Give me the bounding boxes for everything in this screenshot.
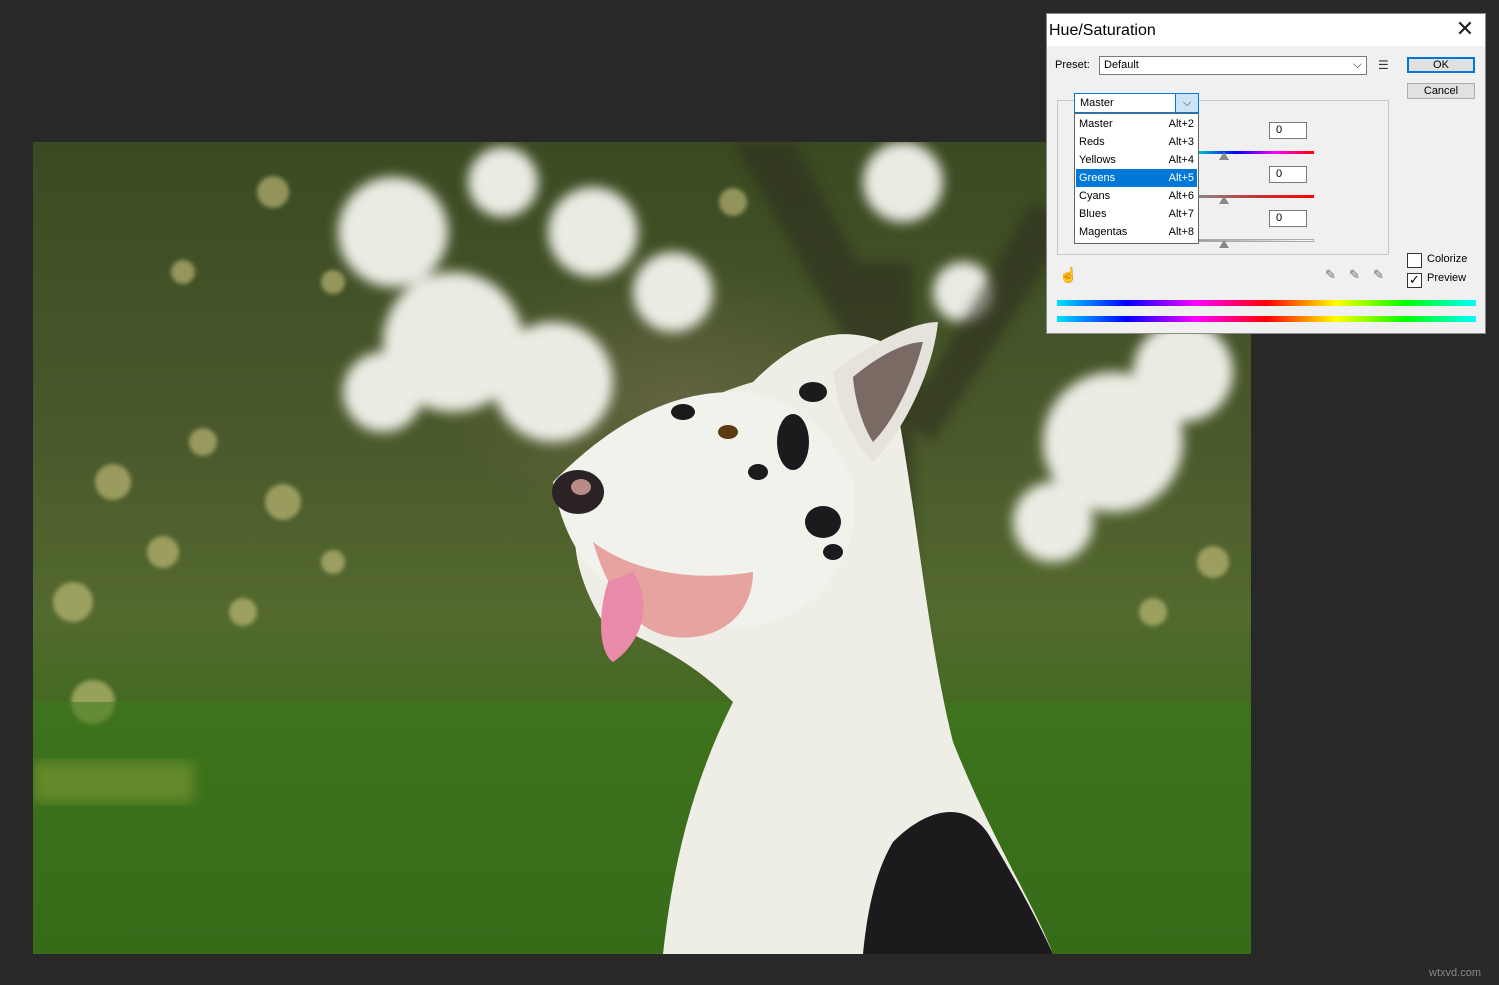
input-color-spectrum bbox=[1057, 300, 1476, 306]
option-label: Magentas bbox=[1079, 223, 1127, 241]
channel-dropdown-list: Master Alt+2 Reds Alt+3 Yellows Alt+4 Gr… bbox=[1074, 113, 1199, 244]
saturation-slider-thumb[interactable] bbox=[1219, 196, 1229, 204]
channel-option-reds[interactable]: Reds Alt+3 bbox=[1076, 133, 1197, 151]
hue-slider[interactable] bbox=[1197, 151, 1314, 154]
option-label: Greens bbox=[1079, 169, 1115, 187]
ok-button[interactable]: OK bbox=[1407, 57, 1475, 73]
preview-label: Preview bbox=[1427, 272, 1466, 284]
channel-option-greens[interactable]: Greens Alt+5 bbox=[1076, 169, 1197, 187]
preset-label: Preset: bbox=[1055, 59, 1090, 71]
chevron-down-icon[interactable]: ⌵ bbox=[1175, 94, 1198, 112]
option-shortcut: Alt+3 bbox=[1169, 133, 1194, 151]
lightness-slider[interactable] bbox=[1197, 239, 1314, 242]
channel-option-cyans[interactable]: Cyans Alt+6 bbox=[1076, 187, 1197, 205]
hue-input[interactable]: 0 bbox=[1269, 122, 1307, 139]
list-options-icon[interactable]: ☰ bbox=[1378, 58, 1389, 72]
dialog-titlebar[interactable]: Hue/Saturation ✕ bbox=[1047, 14, 1485, 46]
option-label: Cyans bbox=[1079, 187, 1110, 205]
option-shortcut: Alt+8 bbox=[1169, 223, 1194, 241]
colorize-label: Colorize bbox=[1427, 253, 1467, 265]
chevron-down-icon: ⌵ bbox=[1353, 57, 1362, 72]
option-shortcut: Alt+6 bbox=[1169, 187, 1194, 205]
preview-checkbox[interactable]: ✓ bbox=[1407, 273, 1422, 288]
hue-saturation-dialog: Hue/Saturation ✕ Preset: Default ⌵ ☰ OK … bbox=[1046, 13, 1486, 334]
channel-select[interactable]: Master ⌵ bbox=[1074, 93, 1199, 113]
lightness-slider-thumb[interactable] bbox=[1219, 240, 1229, 248]
saturation-slider[interactable] bbox=[1197, 195, 1314, 198]
option-label: Reds bbox=[1079, 133, 1105, 151]
saturation-input[interactable]: 0 bbox=[1269, 166, 1307, 183]
eyedropper-plus-icon[interactable]: ✎ bbox=[1349, 267, 1360, 283]
hue-slider-thumb[interactable] bbox=[1219, 152, 1229, 160]
option-shortcut: Alt+5 bbox=[1169, 169, 1194, 187]
dialog-title: Hue/Saturation bbox=[1049, 22, 1156, 40]
colorize-checkbox[interactable] bbox=[1407, 253, 1422, 268]
eyedropper-minus-icon[interactable]: ✎ bbox=[1373, 267, 1384, 283]
option-shortcut: Alt+7 bbox=[1169, 205, 1194, 223]
channel-option-blues[interactable]: Blues Alt+7 bbox=[1076, 205, 1197, 223]
channel-value: Master bbox=[1080, 97, 1114, 109]
option-shortcut: Alt+2 bbox=[1169, 115, 1194, 133]
channel-option-yellows[interactable]: Yellows Alt+4 bbox=[1076, 151, 1197, 169]
option-shortcut: Alt+4 bbox=[1169, 151, 1194, 169]
option-label: Blues bbox=[1079, 205, 1107, 223]
output-color-spectrum bbox=[1057, 316, 1476, 322]
cancel-button[interactable]: Cancel bbox=[1407, 83, 1475, 99]
preset-value: Default bbox=[1104, 59, 1139, 71]
targeted-adjustment-hand-icon[interactable]: ☝ bbox=[1059, 266, 1078, 284]
channel-option-master[interactable]: Master Alt+2 bbox=[1076, 115, 1197, 133]
preset-select[interactable]: Default ⌵ bbox=[1099, 56, 1367, 75]
watermark: wtxvd.com bbox=[1429, 967, 1481, 979]
close-button[interactable]: ✕ bbox=[1451, 18, 1479, 42]
lightness-input[interactable]: 0 bbox=[1269, 210, 1307, 227]
channel-option-magentas[interactable]: Magentas Alt+8 bbox=[1076, 223, 1197, 241]
eyedropper-icon[interactable]: ✎ bbox=[1325, 267, 1336, 283]
option-label: Yellows bbox=[1079, 151, 1116, 169]
option-label: Master bbox=[1079, 115, 1113, 133]
